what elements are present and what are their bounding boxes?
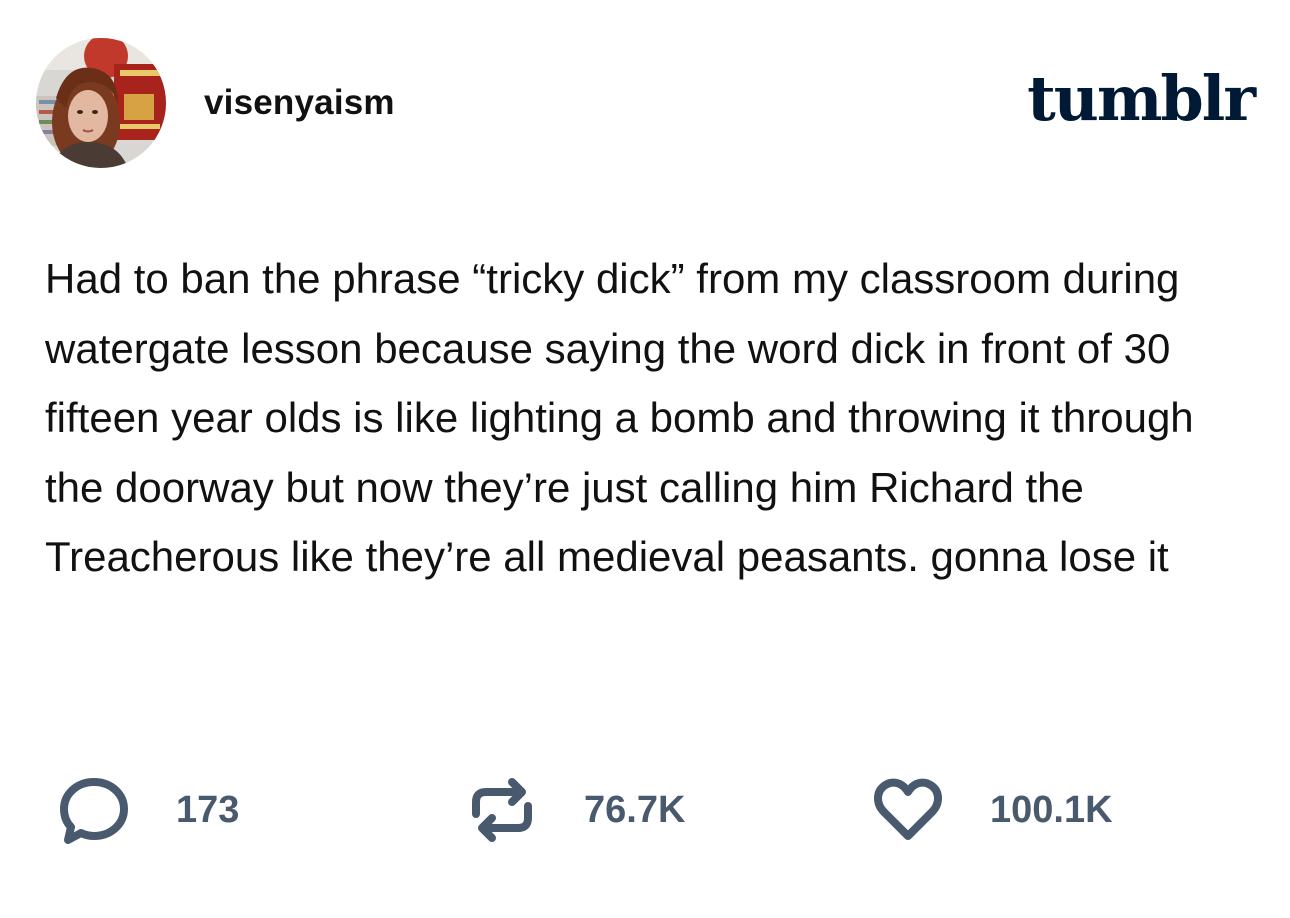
tumblr-post: visenyaism tumblr Had to ban the phrase … — [0, 0, 1290, 918]
heart-icon — [874, 778, 942, 840]
like-action[interactable]: 100.1K — [872, 770, 1113, 850]
post-body: Had to ban the phrase “tricky dick” from… — [45, 255, 1194, 580]
notes-action[interactable]: 173 — [58, 770, 239, 850]
likes-count: 100.1K — [990, 788, 1113, 831]
tumblr-logo: tumblr — [1027, 62, 1256, 135]
avatar-image — [36, 38, 166, 168]
post-header: visenyaism tumblr — [36, 38, 1256, 170]
reblog-action[interactable]: 76.7K — [466, 770, 685, 850]
speech-bubble-icon — [60, 778, 128, 844]
reblogs-count: 76.7K — [584, 788, 686, 831]
avatar[interactable] — [36, 38, 166, 168]
reblog-icon — [472, 778, 532, 842]
username[interactable]: visenyaism — [204, 83, 395, 123]
post-actions: 173 76.7K 100.1K — [0, 770, 1290, 850]
notes-count: 173 — [176, 788, 240, 831]
